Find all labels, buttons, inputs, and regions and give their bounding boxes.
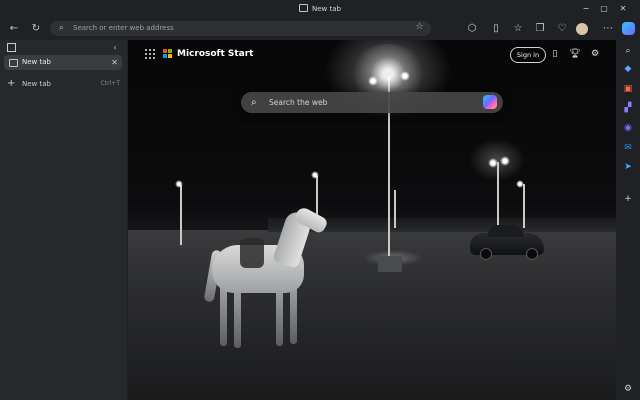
horse-leg [220, 284, 227, 346]
settings-gear-icon[interactable]: ⚙ [588, 47, 602, 61]
favorites-icon[interactable]: ☆ [510, 21, 526, 37]
split-screen-icon[interactable]: ▯ [488, 21, 504, 37]
collections-icon[interactable]: ❐ [532, 21, 548, 37]
tools-icon[interactable]: ▣ [620, 82, 636, 96]
collapse-pane-icon[interactable]: ‹ [110, 43, 120, 53]
copilot-icon[interactable] [622, 22, 635, 35]
settings-icon[interactable]: ⚙ [620, 382, 636, 396]
add-icon[interactable]: + [620, 192, 636, 206]
search-icon: ⌕ [251, 97, 257, 108]
sign-in-button[interactable]: Sign in [510, 47, 546, 63]
outlook-icon[interactable]: ✉ [620, 141, 636, 155]
light-pole [180, 185, 182, 245]
minimize-button[interactable]: − [580, 3, 592, 15]
car-wheel [526, 248, 538, 260]
tab-icon [299, 4, 308, 12]
web-search-box[interactable]: ⌕ Search the web [241, 92, 503, 113]
tab-actions-icon[interactable] [7, 43, 16, 52]
horse-saddle [240, 238, 264, 268]
back-button[interactable]: ← [6, 21, 22, 37]
tab-icon [9, 59, 18, 67]
lamp [368, 76, 378, 86]
ntp-header: Microsoft Start Sign in ▯ 🏆︎ ⚙ [128, 40, 616, 70]
close-window-button[interactable]: ✕ [617, 3, 629, 15]
car-wheel [480, 248, 492, 260]
search-placeholder: Search the web [269, 98, 328, 107]
new-tab-button[interactable]: + New tab Ctrl+T [4, 77, 122, 91]
maximize-button[interactable]: ▢ [598, 3, 610, 15]
address-placeholder: Search or enter web address [73, 24, 174, 32]
new-tab-label: New tab [22, 80, 51, 88]
window-title: New tab [0, 2, 640, 16]
profile-icon[interactable] [576, 23, 588, 35]
horse-leg [234, 286, 241, 348]
vertical-tabs-pane [0, 40, 127, 400]
pole-base [378, 256, 402, 272]
lamp [488, 158, 498, 168]
tab-label: New tab [22, 58, 51, 66]
light-pole [394, 190, 396, 228]
new-tab-page: Microsoft Start Sign in ▯ 🏆︎ ⚙ ⌕ Search … [128, 40, 616, 400]
rewards-icon[interactable]: 🏆︎ [568, 47, 582, 61]
browser-essentials-icon[interactable]: ♡ [554, 21, 570, 37]
lamp [311, 171, 319, 179]
refresh-button[interactable]: ↻ [28, 21, 44, 37]
lamp [516, 180, 524, 188]
light-pole [523, 184, 525, 228]
extensions-icon[interactable]: ⬡ [464, 21, 480, 37]
more-icon[interactable]: ⋯ [600, 21, 616, 37]
light-pole [497, 162, 499, 228]
app-launcher-icon[interactable] [145, 49, 155, 59]
phone-icon[interactable]: ▯ [548, 47, 562, 61]
new-tab-shortcut: Ctrl+T [100, 80, 120, 87]
tab-item-new-tab[interactable]: New tab ✕ [4, 55, 122, 70]
favorite-star-icon[interactable]: ☆ [414, 22, 425, 33]
search-icon[interactable]: ⌕ [620, 44, 636, 58]
title-bar: New tab − ▢ ✕ [0, 0, 640, 18]
games-icon[interactable]: ▞ [620, 101, 636, 115]
close-tab-icon[interactable]: ✕ [111, 55, 118, 70]
telegram-icon[interactable]: ➤ [620, 160, 636, 174]
microsoft-logo-icon [163, 49, 173, 59]
search-icon: ⌕ [59, 23, 64, 32]
address-bar[interactable]: ⌕ Search or enter web address ☆ [50, 21, 431, 36]
shopping-icon[interactable]: ◆ [620, 62, 636, 76]
lamp [400, 71, 410, 81]
copilot-app-icon[interactable]: ◉ [620, 121, 636, 135]
lamp [175, 180, 183, 188]
brand-title[interactable]: Microsoft Start [177, 46, 254, 62]
plus-icon: + [7, 78, 16, 89]
lamp [500, 156, 510, 166]
horse-leg [276, 284, 283, 346]
copilot-icon[interactable] [483, 95, 497, 109]
